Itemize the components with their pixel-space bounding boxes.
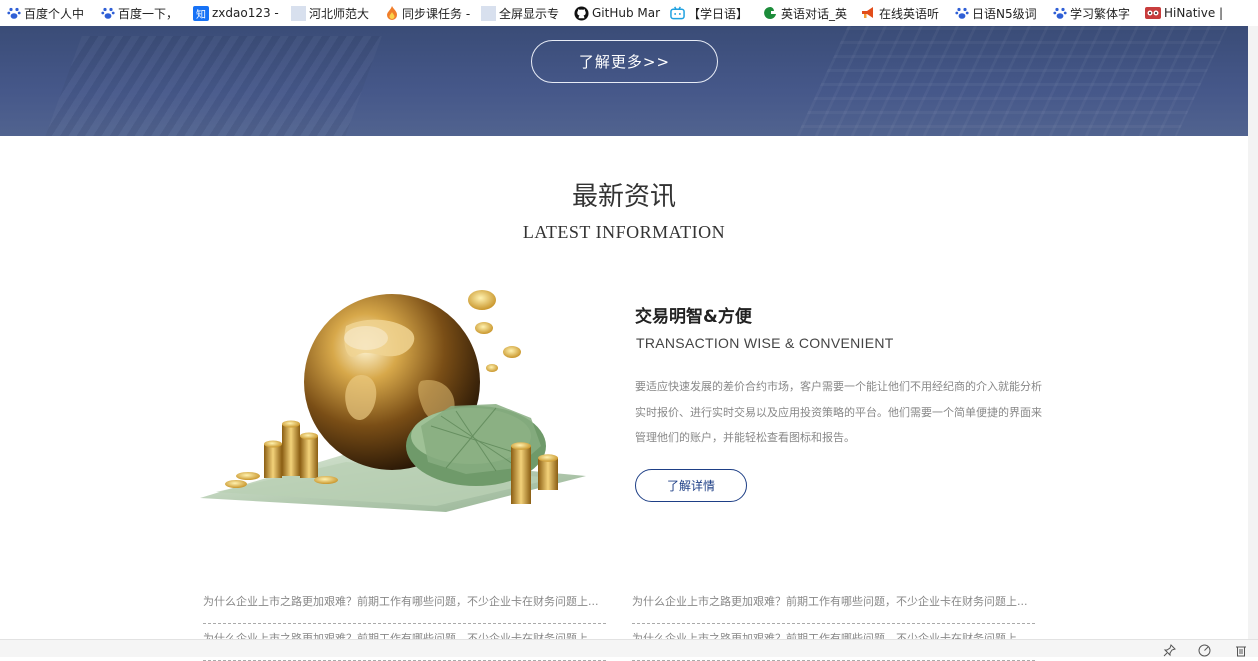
baidu-paw-icon: [954, 6, 969, 21]
leaf-icon: [763, 6, 778, 21]
learn-more-button[interactable]: 了解更多>>: [531, 40, 718, 83]
section-title-en: LATEST INFORMATION: [522, 222, 726, 242]
bookmark-label: 百度个人中: [24, 6, 85, 21]
bookmarks-bar: 百度个人中 百度一下， 知 zxdao123 - 河北师范大 同步课任务 - 全…: [0, 0, 1258, 26]
hero-decoration: [787, 26, 1233, 136]
bookmark-hinative[interactable]: HiNative |: [1145, 0, 1223, 26]
bookmark-label: 英语对话_英: [781, 6, 848, 21]
bookmark-label: HiNative |: [1164, 6, 1224, 20]
article-title: 交易明智&方便: [635, 307, 752, 327]
pin-icon[interactable]: [1162, 643, 1176, 657]
article-subtitle: TRANSACTION WISE & CONVENIENT: [636, 335, 894, 351]
flame-icon: [384, 6, 399, 21]
view-details-button[interactable]: 了解详情: [635, 469, 747, 502]
bookmark-github[interactable]: GitHub Mar: [574, 0, 660, 26]
blank-page-icon: [481, 5, 496, 21]
bookmark-label: zxdao123 -: [212, 6, 279, 20]
bookmark-label: 河北师范大: [309, 6, 370, 21]
bookmark-online-listening[interactable]: 在线英语听: [861, 0, 939, 26]
news-link[interactable]: 为什么企业上市之路更加艰难？前期工作有哪些问题，不少企业卡在财务问题上...: [203, 587, 606, 624]
blank-page-icon: [291, 5, 306, 21]
bookmark-baidu-personal[interactable]: 百度个人中: [6, 0, 84, 26]
bookmark-traditional-chinese[interactable]: 学习繁体字: [1052, 0, 1130, 26]
baidu-paw-icon: [6, 6, 21, 21]
bookmark-label: 日语N5级词: [972, 6, 1037, 21]
bookmark-label: 全屏显示专: [499, 6, 560, 21]
speed-icon[interactable]: [1197, 643, 1211, 657]
baidu-paw-icon: [100, 6, 115, 21]
megaphone-icon: [861, 6, 876, 21]
bookmark-japanese-n5[interactable]: 日语N5级词: [954, 0, 1037, 26]
trash-icon[interactable]: [1234, 643, 1248, 657]
bookmark-english-dialogue[interactable]: 英语对话_英: [763, 0, 847, 26]
bookmark-label: 在线英语听: [879, 6, 940, 21]
bookmark-label: 【学日语】: [688, 6, 749, 21]
page-scrollbar[interactable]: [1248, 26, 1258, 639]
bilibili-icon: [670, 6, 685, 21]
github-icon: [574, 5, 589, 21]
news-link[interactable]: 为什么企业上市之路更加艰难？前期工作有哪些问题，不少企业卡在财务问题上...: [632, 587, 1035, 624]
hero-decoration: [38, 36, 382, 136]
bookmark-label: GitHub Mar: [592, 6, 661, 20]
bookmark-zhihu[interactable]: 知 zxdao123 -: [193, 0, 279, 26]
section-title-cn: 最新资讯: [571, 182, 676, 212]
zhihu-icon: 知: [193, 5, 209, 21]
bookmark-label: 百度一下，: [118, 6, 179, 21]
baidu-paw-icon: [1052, 6, 1067, 21]
bookmark-learn-japanese[interactable]: 【学日语】: [670, 0, 748, 26]
article-body: 要适应快速发展的差价合约市场，客户需要一个能让他们不用经纪商的介入就能分析实时报…: [635, 380, 1042, 444]
bookmark-baidu-search[interactable]: 百度一下，: [100, 0, 178, 26]
bookmark-label: 同步课任务 -: [402, 6, 471, 21]
browser-status-bar: [0, 639, 1258, 657]
bookmark-fullscreen[interactable]: 全屏显示专: [481, 0, 559, 26]
finance-illustration: [196, 286, 592, 518]
bookmark-hebei-normal[interactable]: 河北师范大: [291, 0, 369, 26]
hinative-icon: [1145, 6, 1161, 21]
bookmark-label: 学习繁体字: [1070, 6, 1131, 21]
bookmark-sync-course[interactable]: 同步课任务 -: [384, 0, 470, 26]
hero-banner: 了解更多>>: [0, 26, 1248, 136]
